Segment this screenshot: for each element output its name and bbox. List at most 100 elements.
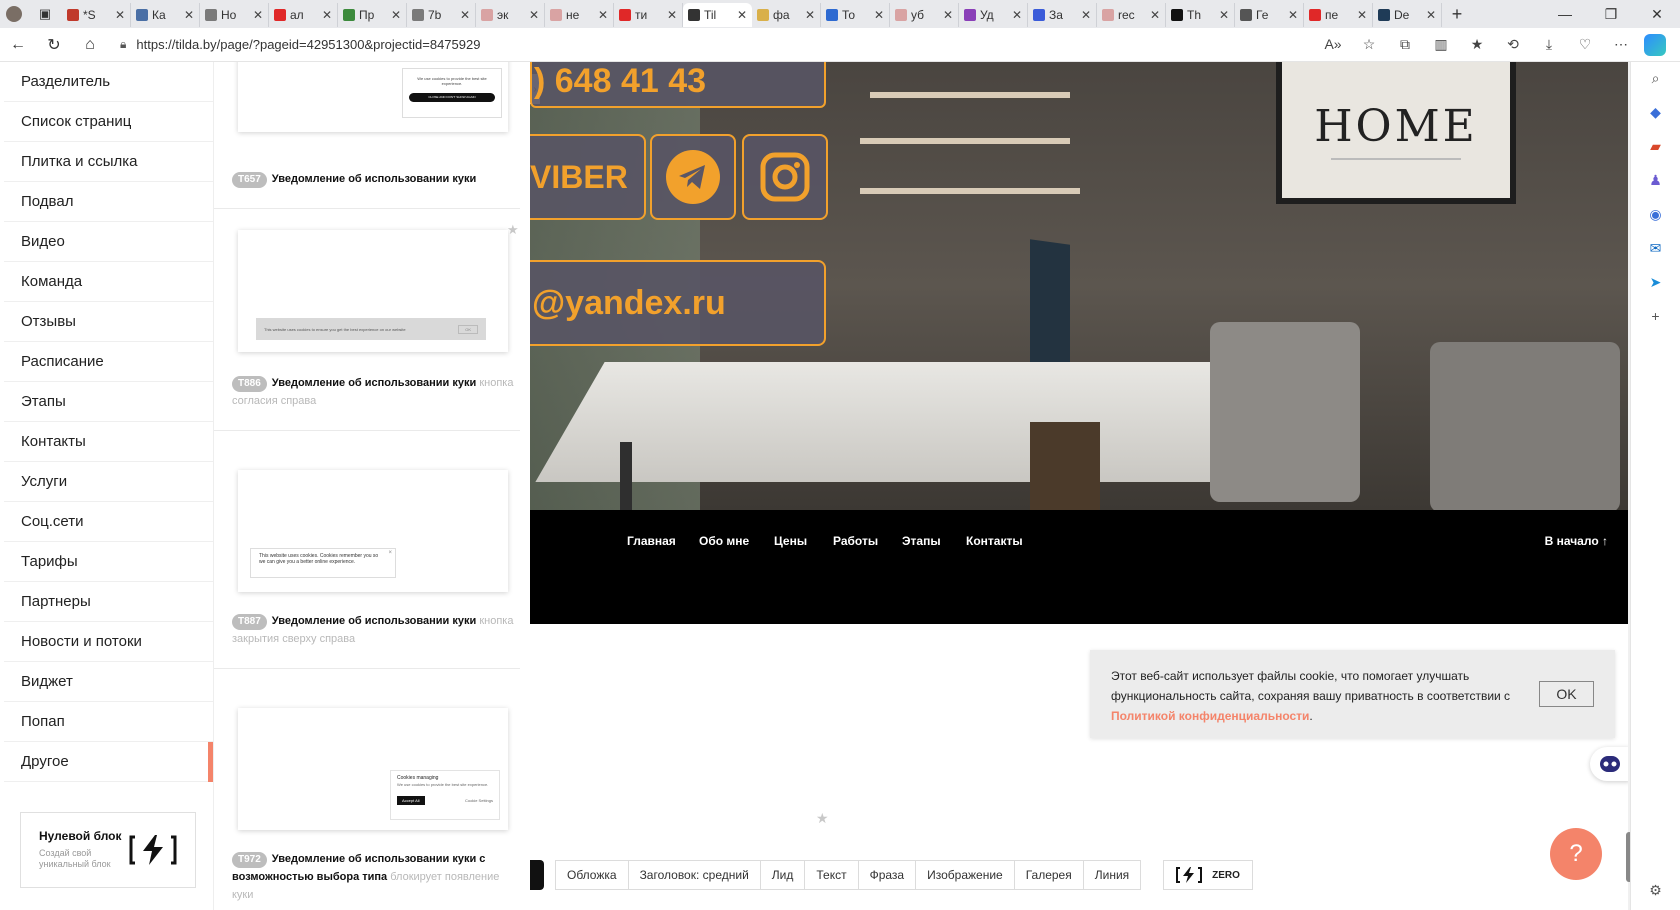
- category-item[interactable]: Услуги: [4, 462, 213, 502]
- shopping-tag-icon[interactable]: ◆: [1646, 102, 1666, 122]
- phone-box[interactable]: ) 648 41 43: [530, 62, 826, 108]
- browser-tab[interactable]: 7b ✕: [407, 3, 476, 27]
- privacy-policy-link[interactable]: Политикой конфиденциальности: [1111, 709, 1309, 723]
- block-meta-t657[interactable]: T657 Уведомление об использовании куки: [232, 170, 522, 188]
- tab-close-icon[interactable]: ✕: [115, 8, 125, 22]
- category-item[interactable]: Виджет: [4, 662, 213, 702]
- outlook-icon[interactable]: ✉: [1646, 238, 1666, 258]
- toolbar-line-button[interactable]: Линия: [1082, 860, 1142, 890]
- downloads-icon[interactable]: ⤓: [1534, 36, 1564, 53]
- tab-close-icon[interactable]: ✕: [1288, 8, 1298, 22]
- favorite-star-icon[interactable]: ☆: [1354, 36, 1384, 53]
- browser-tab[interactable]: *S ✕: [62, 3, 131, 27]
- library-toggle[interactable]: [530, 860, 544, 890]
- search-icon[interactable]: ⌕: [1646, 68, 1666, 88]
- tab-close-icon[interactable]: ✕: [1426, 8, 1436, 22]
- browser-tab[interactable]: фа ✕: [752, 3, 821, 27]
- url-text[interactable]: https://tilda.by/page/?pageid=42951300&p…: [136, 37, 480, 52]
- category-item[interactable]: Другое: [4, 742, 213, 782]
- block-thumbnail-t887[interactable]: This website uses cookies. Cookies remem…: [238, 470, 508, 592]
- viber-box[interactable]: VIBER: [530, 134, 646, 220]
- tab-close-icon[interactable]: ✕: [1150, 8, 1160, 22]
- cookie-ok-button[interactable]: OK: [1539, 681, 1594, 707]
- category-item[interactable]: Попап: [4, 702, 213, 742]
- category-item[interactable]: Новости и потоки: [4, 622, 213, 662]
- block-thumbnail-t657[interactable]: We use cookies to provide the best site …: [238, 62, 508, 132]
- category-item[interactable]: Плитка и ссылка: [4, 142, 213, 182]
- browser-tab[interactable]: уб ✕: [890, 3, 959, 27]
- favorite-star-icon[interactable]: ★: [816, 810, 829, 827]
- browser-tab[interactable]: rec ✕: [1097, 3, 1166, 27]
- tab-close-icon[interactable]: ✕: [943, 8, 953, 22]
- email-box[interactable]: @yandex.ru: [530, 260, 826, 346]
- category-item[interactable]: Партнеры: [4, 582, 213, 622]
- tab-close-icon[interactable]: ✕: [598, 8, 608, 22]
- toolbar-cover-button[interactable]: Обложка: [555, 860, 629, 890]
- toolbar-zero-button[interactable]: ZERO: [1163, 860, 1253, 890]
- category-item[interactable]: Список страниц: [4, 102, 213, 142]
- tab-close-icon[interactable]: ✕: [1012, 8, 1022, 22]
- tab-close-icon[interactable]: ✕: [253, 8, 263, 22]
- browser-tab[interactable]: эк ✕: [476, 3, 545, 27]
- browser-tab[interactable]: пе ✕: [1304, 3, 1373, 27]
- tab-close-icon[interactable]: ✕: [874, 8, 884, 22]
- nav-link-stages[interactable]: Этапы: [902, 534, 941, 548]
- games-icon[interactable]: ♟: [1646, 170, 1666, 190]
- accessibility-button[interactable]: [1590, 747, 1630, 781]
- nav-link-prices[interactable]: Цены: [774, 534, 807, 548]
- browser-tab[interactable]: Ка ✕: [131, 3, 200, 27]
- add-sidebar-app-icon[interactable]: +: [1646, 306, 1666, 326]
- nav-link-works[interactable]: Работы: [833, 534, 878, 548]
- more-menu-icon[interactable]: ⋯: [1606, 36, 1636, 53]
- minimize-icon[interactable]: —: [1542, 6, 1588, 23]
- url-field[interactable]: 🔒︎ https://tilda.by/page/?pageid=4295130…: [120, 32, 1260, 58]
- favorites-icon[interactable]: ★: [1462, 36, 1492, 53]
- settings-gear-icon[interactable]: ⚙: [1646, 880, 1666, 900]
- category-item[interactable]: Соц.сети: [4, 502, 213, 542]
- copilot-icon[interactable]: [1644, 33, 1666, 56]
- browser-tab[interactable]: То ✕: [821, 3, 890, 27]
- block-meta-t972[interactable]: T972 Уведомление об использовании куки с …: [232, 850, 522, 904]
- category-item[interactable]: Контакты: [4, 422, 213, 462]
- tab-close-icon[interactable]: ✕: [460, 8, 470, 22]
- close-window-icon[interactable]: ✕: [1634, 6, 1680, 23]
- block-meta-t887[interactable]: T887 Уведомление об использовании куки кн…: [232, 612, 522, 648]
- tab-close-icon[interactable]: ✕: [805, 8, 815, 22]
- office-icon[interactable]: ◉: [1646, 204, 1666, 224]
- tab-close-icon[interactable]: ✕: [737, 8, 747, 22]
- reload-icon[interactable]: ↻: [36, 35, 72, 55]
- tab-close-icon[interactable]: ✕: [1081, 8, 1091, 22]
- toolbar-heading-button[interactable]: Заголовок: средний: [627, 860, 761, 890]
- tab-close-icon[interactable]: ✕: [529, 8, 539, 22]
- performance-icon[interactable]: ♡: [1570, 36, 1600, 53]
- browser-tab[interactable]: За ✕: [1028, 3, 1097, 27]
- new-tab-button[interactable]: +: [1442, 4, 1472, 25]
- block-thumbnail-t972[interactable]: Cookies managing We use cookies to provi…: [238, 708, 508, 830]
- browser-tab[interactable]: ал ✕: [269, 3, 338, 27]
- tab-close-icon[interactable]: ✕: [667, 8, 677, 22]
- nav-link-contacts[interactable]: Контакты: [966, 534, 1023, 548]
- block-meta-t886[interactable]: T886 Уведомление об использовании куки кн…: [232, 374, 522, 410]
- tab-close-icon[interactable]: ✕: [1357, 8, 1367, 22]
- nav-link-about[interactable]: Обо мне: [699, 534, 749, 548]
- instagram-box[interactable]: [742, 134, 828, 220]
- category-item[interactable]: Тарифы: [4, 542, 213, 582]
- browser-tab[interactable]: Но ✕: [200, 3, 269, 27]
- toolbar-image-button[interactable]: Изображение: [915, 860, 1015, 890]
- site-info-icon[interactable]: 🔒︎: [120, 37, 126, 52]
- split-screen-icon[interactable]: ▥: [1426, 36, 1456, 53]
- extensions-icon[interactable]: ⧉: [1390, 36, 1420, 53]
- category-item[interactable]: Этапы: [4, 382, 213, 422]
- help-button[interactable]: ?: [1550, 828, 1602, 880]
- restore-icon[interactable]: ❐: [1588, 6, 1634, 23]
- category-item[interactable]: Отзывы: [4, 302, 213, 342]
- toolbar-lead-button[interactable]: Лид: [759, 860, 806, 890]
- category-item[interactable]: Видео: [4, 222, 213, 262]
- tools-briefcase-icon[interactable]: ▰: [1646, 136, 1666, 156]
- category-item[interactable]: Расписание: [4, 342, 213, 382]
- browser-tab[interactable]: Ге ✕: [1235, 3, 1304, 27]
- category-item[interactable]: Разделитель: [4, 62, 213, 102]
- home-icon[interactable]: ⌂: [72, 36, 108, 54]
- browser-tab[interactable]: ти ✕: [614, 3, 683, 27]
- tab-close-icon[interactable]: ✕: [184, 8, 194, 22]
